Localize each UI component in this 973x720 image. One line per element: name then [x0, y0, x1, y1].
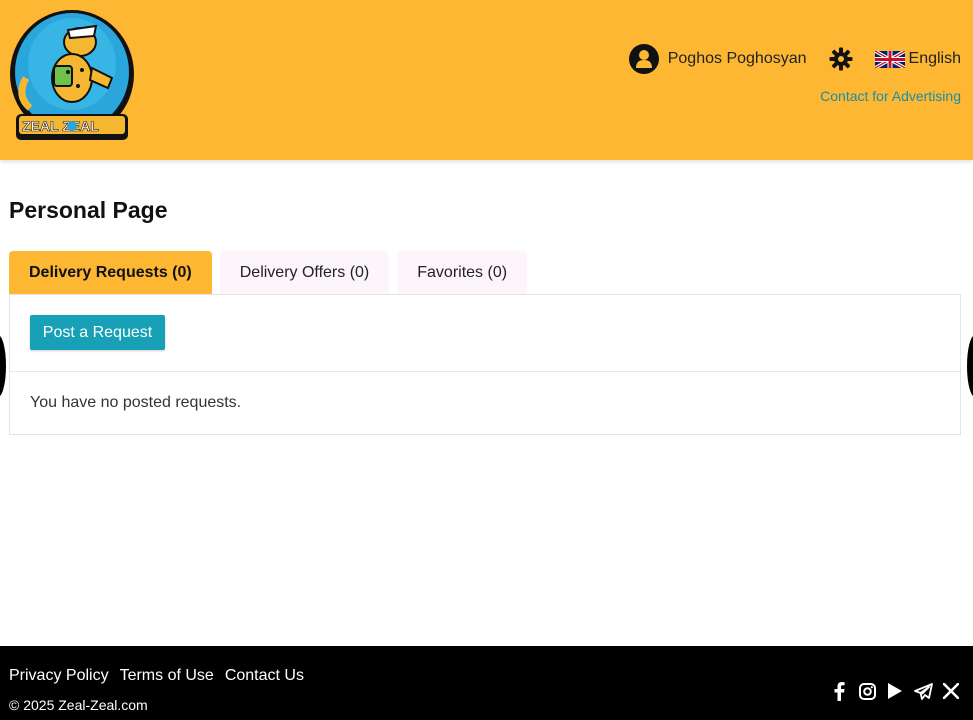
- facebook-icon[interactable]: [829, 681, 849, 701]
- tab-delivery-requests[interactable]: Delivery Requests (0): [9, 251, 212, 295]
- left-edge-marker: [0, 335, 6, 397]
- user-area: Poghos Poghosyan English: [628, 44, 961, 74]
- copyright: © 2025 Zeal-Zeal.com: [9, 697, 148, 713]
- page-title: Personal Page: [9, 197, 168, 223]
- right-edge-marker: [967, 335, 973, 397]
- site-footer: Privacy Policy Terms of Use Contact Us ©…: [0, 646, 973, 720]
- privacy-policy-link[interactable]: Privacy Policy: [9, 667, 109, 685]
- footer-links: Privacy Policy Terms of Use Contact Us: [9, 667, 315, 685]
- youtube-icon[interactable]: [885, 681, 905, 701]
- language-selector[interactable]: English: [874, 50, 961, 68]
- terms-of-use-link[interactable]: Terms of Use: [120, 667, 214, 685]
- post-request-button[interactable]: Post a Request: [30, 315, 165, 350]
- logo-text: ZEAL ZEAL: [22, 118, 99, 134]
- social-links: [821, 681, 961, 701]
- contact-advertising-link[interactable]: Contact for Advertising: [820, 88, 961, 104]
- zeal-zeal-logo[interactable]: ZEAL ZEAL: [8, 8, 136, 144]
- tab-panel: Post a Request You have no posted reques…: [9, 294, 961, 435]
- empty-message: You have no posted requests.: [30, 394, 242, 411]
- user-avatar-icon[interactable]: [628, 44, 659, 74]
- uk-flag-icon: [874, 50, 905, 68]
- tab-favorites[interactable]: Favorites (0): [397, 251, 528, 295]
- tab-bar: Delivery Requests (0) Delivery Offers (0…: [9, 251, 535, 295]
- language-label: English: [908, 50, 961, 67]
- tab-delivery-offers[interactable]: Delivery Offers (0): [219, 251, 390, 295]
- panel-toolbar: Post a Request: [10, 295, 960, 372]
- gear-icon[interactable]: [829, 47, 853, 71]
- contact-us-link[interactable]: Contact Us: [225, 667, 304, 685]
- telegram-icon[interactable]: [913, 681, 933, 701]
- user-name[interactable]: Poghos Poghosyan: [668, 50, 807, 68]
- instagram-icon[interactable]: [857, 681, 877, 701]
- site-header: ZEAL ZEAL Poghos Poghosyan English Conta…: [0, 0, 973, 160]
- x-icon[interactable]: [941, 681, 961, 701]
